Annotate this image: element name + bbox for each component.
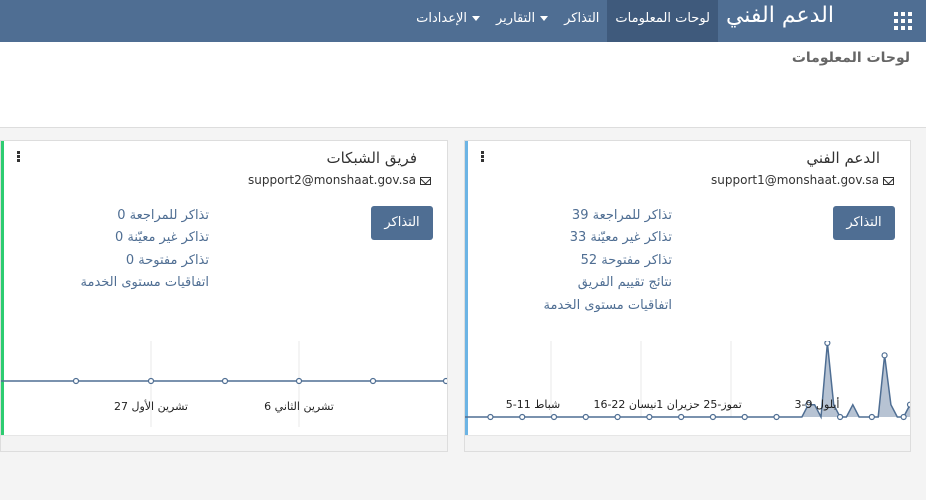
link-team-rating[interactable]: نتائج تقييم الفريق (544, 272, 672, 294)
card-links: 39 تذاكر للمراجعة 33 تذاكر غير معيّنة 52… (544, 205, 672, 317)
link-tickets-to-review[interactable]: 39 تذاكر للمراجعة (544, 205, 672, 227)
tickets-trend-chart: 5-11 شباط 16-22 نيسان 1 تموز-25 حزيران 3-9 … (465, 341, 911, 421)
x-tick-label: 6 تشرين الثاني (264, 400, 334, 413)
data-point[interactable] (900, 413, 907, 421)
data-point[interactable] (824, 341, 831, 347)
card-title: الدعم الفني (806, 149, 880, 167)
data-point[interactable] (741, 413, 748, 421)
data-point[interactable] (709, 413, 717, 421)
tickets-button[interactable]: التذاكر (371, 206, 433, 240)
tickets-button[interactable]: التذاكر (833, 206, 895, 240)
top-navbar: الدعم الفني لوحات المعلومات التذاكر التقار… (0, 0, 926, 42)
data-point[interactable] (295, 377, 303, 385)
data-point[interactable] (678, 413, 685, 421)
data-point[interactable] (582, 413, 589, 421)
link-sla[interactable]: اتفاقيات مستوى الخدمة (544, 295, 672, 317)
envelope-icon (420, 176, 431, 185)
link-unassigned-tickets[interactable]: 0 تذاكر غير معيّنة (81, 227, 209, 249)
data-point[interactable] (614, 413, 621, 421)
data-point[interactable] (836, 413, 844, 421)
link-sla[interactable]: اتفاقيات مستوى الخدمة (81, 272, 209, 294)
x-tick-label: 27 تشرين الأول (114, 399, 188, 413)
main-menu: لوحات المعلومات التذاكر التقارير الإعدادات (408, 0, 718, 42)
x-tick-label: 1 تموز-25 حزيران (656, 398, 742, 411)
breadcrumb: لوحات المعلومات (791, 50, 910, 66)
data-point[interactable] (868, 413, 875, 421)
menu-item-1[interactable]: التذاكر (556, 0, 607, 42)
app-title[interactable]: الدعم الفني (726, 3, 834, 28)
link-open-tickets[interactable]: 52 تذاكر مفتوحة (544, 250, 672, 272)
data-point[interactable] (773, 413, 780, 421)
menu-item-label: التذاكر (564, 11, 600, 26)
data-point[interactable] (147, 377, 155, 385)
email-address: support1@monshaat.gov.sa (711, 173, 879, 187)
menu-item-label: الإعدادات (416, 11, 467, 26)
menu-item-3[interactable]: الإعدادات (408, 0, 488, 42)
data-point[interactable] (72, 377, 80, 385)
link-open-tickets[interactable]: 0 تذاكر مفتوحة (81, 250, 209, 272)
menu-item-2[interactable]: التقارير (488, 0, 556, 42)
data-point[interactable] (881, 352, 888, 359)
tickets-trend-chart: 27 تشرين الأول 6 تشرين الثاني (1, 341, 447, 427)
card-links: 0 تذاكر للمراجعة 0 تذاكر غير معيّنة 0 تذ… (81, 205, 209, 295)
menu-item-label: التقارير (496, 11, 536, 26)
data-point[interactable] (369, 377, 377, 385)
email-address: support2@monshaat.gov.sa (248, 173, 416, 187)
envelope-icon (883, 176, 894, 185)
x-tick-label: 3-9 أيلول (795, 397, 840, 411)
data-point[interactable] (487, 413, 494, 421)
x-tick-label: 16-22 نيسان (593, 398, 656, 411)
card-email: support2@monshaat.gov.sa (248, 173, 431, 187)
menu-item-label: لوحات المعلومات (615, 11, 710, 26)
control-panel: لوحات المعلومات (0, 42, 926, 128)
apps-grid-icon[interactable] (894, 12, 912, 30)
card-footer (1, 435, 447, 451)
kebab-menu-icon[interactable] (17, 151, 20, 162)
team-card-network: فريق الشبكات support2@monshaat.gov.sa ال… (0, 140, 448, 452)
card-email: support1@monshaat.gov.sa (711, 173, 894, 187)
kebab-menu-icon[interactable] (481, 151, 484, 162)
team-card-support: الدعم الفني support1@monshaat.gov.sa الت… (464, 140, 911, 452)
link-unassigned-tickets[interactable]: 33 تذاكر غير معيّنة (544, 227, 672, 249)
data-point[interactable] (221, 377, 229, 385)
caret-down-icon (472, 16, 480, 21)
link-tickets-to-review[interactable]: 0 تذاكر للمراجعة (81, 205, 209, 227)
caret-down-icon (540, 16, 549, 21)
data-point[interactable] (519, 413, 526, 421)
data-point[interactable] (550, 413, 558, 421)
card-title: فريق الشبكات (326, 149, 417, 167)
card-footer (465, 435, 910, 451)
x-tick-label: 5-11 شباط (506, 398, 561, 411)
data-point[interactable] (646, 413, 653, 421)
data-point[interactable] (442, 377, 448, 385)
menu-item-0[interactable]: لوحات المعلومات (607, 0, 718, 42)
data-point[interactable] (906, 401, 911, 408)
